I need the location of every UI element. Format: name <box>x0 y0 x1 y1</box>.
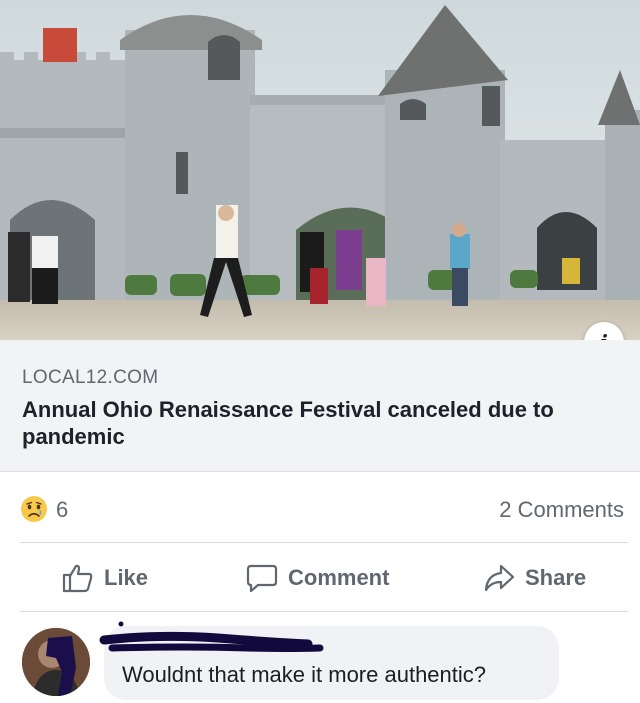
divider <box>20 542 628 543</box>
comment-label: Comment <box>288 565 390 590</box>
comment: Wouldnt that make it more authentic? <box>0 612 640 703</box>
link-domain: LOCAL12.COM <box>22 367 159 388</box>
comment-icon <box>246 564 278 593</box>
comments-count[interactable]: 2 Comments <box>499 497 624 523</box>
reaction-count[interactable]: 6 <box>56 497 68 523</box>
comment-text: Wouldnt that make it more authentic? <box>122 662 487 687</box>
sad-emoji-icon[interactable] <box>20 495 48 523</box>
share-button[interactable]: Share <box>483 556 586 600</box>
share-label: Share <box>525 565 587 590</box>
like-button[interactable]: Like <box>62 556 148 600</box>
avatar[interactable] <box>22 628 90 696</box>
like-icon <box>62 564 93 593</box>
comment-button[interactable]: Comment <box>246 556 389 600</box>
link-preview[interactable]: LOCAL12.COM Annual Ohio Renaissance Fest… <box>0 340 640 472</box>
redacted-name <box>99 621 324 652</box>
like-label: Like <box>104 565 149 590</box>
share-icon <box>484 564 515 592</box>
link-title[interactable]: Annual Ohio Renaissance Festival cancele… <box>22 396 622 450</box>
action-bar: Like Comment Share <box>0 556 640 600</box>
post-stats: 6 2 Comments <box>0 490 640 530</box>
link-preview-image[interactable] <box>0 0 640 340</box>
